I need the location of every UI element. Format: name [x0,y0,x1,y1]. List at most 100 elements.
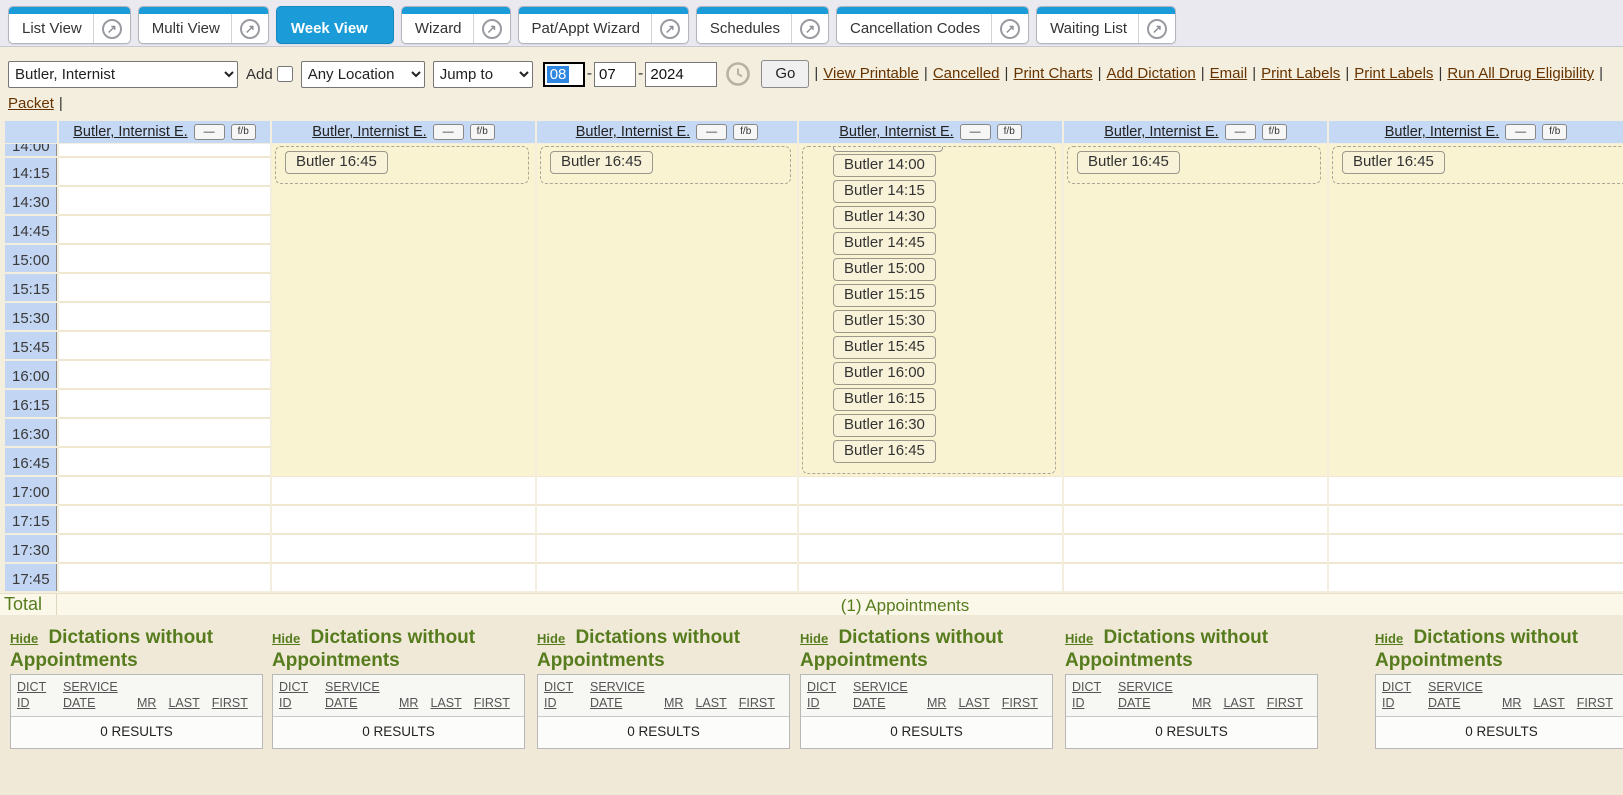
hide-link[interactable]: Hide [1375,631,1403,646]
appointment-slot-button[interactable]: Butler 14:15 [833,180,936,203]
column-sort-link[interactable]: SERVICE DATE [1428,679,1490,711]
toolbar-link[interactable]: Print Charts [1013,65,1092,82]
hide-link[interactable]: Hide [1065,631,1093,646]
date-day-field[interactable]: 07 [594,62,636,87]
fb-button[interactable]: f/b [1542,124,1567,140]
provider-link[interactable]: Butler, Internist E. [1104,124,1218,140]
fb-button[interactable]: f/b [231,124,256,140]
column-sort-link[interactable]: MR [1502,695,1521,711]
tab[interactable]: List View ↗ [8,6,131,44]
go-button[interactable]: Go [761,60,809,88]
column-sort-link[interactable]: FIRST [212,695,248,711]
open-new-window-button[interactable]: ↗ [991,14,1028,43]
provider-link[interactable]: Butler, Internist E. [73,124,187,140]
date-picker-button[interactable] [725,61,751,87]
toolbar-link[interactable]: Email [1210,65,1248,82]
column-sort-link[interactable]: DICT ID [807,679,841,711]
open-new-window-button[interactable]: ↗ [651,14,688,43]
minimize-column-button[interactable]: — [960,124,991,140]
toolbar-link[interactable]: Add Dictation [1107,65,1196,82]
column-sort-link[interactable]: MR [137,695,156,711]
appointment-slot-button[interactable]: Butler 16:45 [833,440,936,463]
minimize-column-button[interactable]: — [1225,124,1256,140]
column-sort-link[interactable]: LAST [1223,695,1254,711]
appointment-slot-button[interactable]: Butler 16:00 [833,362,936,385]
column-sort-link[interactable]: SERVICE DATE [590,679,652,711]
column-sort-link[interactable]: SERVICE DATE [853,679,915,711]
column-sort-link[interactable]: SERVICE DATE [63,679,125,711]
tab[interactable]: Wizard ↗ [401,6,511,44]
column-sort-link[interactable]: DICT ID [17,679,51,711]
hide-link[interactable]: Hide [537,631,565,646]
column-sort-link[interactable]: FIRST [1002,695,1038,711]
open-new-window-button[interactable]: ↗ [93,14,130,43]
tab[interactable]: Schedules ↗ [696,6,829,44]
provider-link[interactable]: Butler, Internist E. [1385,124,1499,140]
appointment-slot-button[interactable]: Butler 16:45 [550,151,653,174]
date-year-field[interactable]: 2024 [645,62,717,87]
appointment-slot-button-cut[interactable] [833,147,943,152]
open-new-window-button[interactable]: ↗ [473,14,510,43]
appointment-slot-button[interactable]: Butler 16:45 [1077,151,1180,174]
column-sort-link[interactable]: SERVICE DATE [325,679,387,711]
toolbar-link[interactable]: Print Labels [1354,65,1433,82]
column-sort-link[interactable]: MR [1192,695,1211,711]
column-sort-link[interactable]: FIRST [474,695,510,711]
open-new-window-button[interactable]: ↗ [231,14,268,43]
provider-link[interactable]: Butler, Internist E. [312,124,426,140]
appointment-slot-button[interactable]: Butler 14:45 [833,232,936,255]
toolbar-link[interactable]: Print Labels [1261,65,1340,82]
open-new-window-button[interactable]: ↗ [791,14,828,43]
jump-to-select[interactable]: Jump to [433,61,533,88]
minimize-column-button[interactable]: — [194,124,225,140]
column-sort-link[interactable]: MR [927,695,946,711]
fb-button[interactable]: f/b [733,124,758,140]
appointment-slot-button[interactable]: Butler 15:00 [833,258,936,281]
column-sort-link[interactable]: DICT ID [1072,679,1106,711]
tab[interactable]: Cancellation Codes ↗ [836,6,1029,44]
column-sort-link[interactable]: DICT ID [279,679,313,711]
appointment-slot-button[interactable]: Butler 14:30 [833,206,936,229]
column-sort-link[interactable]: LAST [958,695,989,711]
column-sort-link[interactable]: DICT ID [1382,679,1416,711]
appointment-slot-button[interactable]: Butler 15:45 [833,336,936,359]
provider-link[interactable]: Butler, Internist E. [839,124,953,140]
column-sort-link[interactable]: LAST [1533,695,1564,711]
appointment-slot-button[interactable]: Butler 14:00 [833,154,936,177]
tab[interactable]: Waiting List ↗ [1036,6,1176,44]
tab[interactable]: Pat/Appt Wizard ↗ [518,6,689,44]
fb-button[interactable]: f/b [470,124,495,140]
column-sort-link[interactable]: MR [664,695,683,711]
toolbar-link[interactable]: View Printable [823,65,919,82]
fb-button[interactable]: f/b [997,124,1022,140]
toolbar-link[interactable]: Run All Drug Eligibility [1447,65,1594,82]
column-sort-link[interactable]: LAST [430,695,461,711]
appointment-slot-button[interactable]: Butler 16:30 [833,414,936,437]
column-sort-link[interactable]: FIRST [1577,695,1613,711]
tab[interactable]: Multi View ↗ [138,6,269,44]
open-new-window-button[interactable]: ↗ [1138,14,1175,43]
minimize-column-button[interactable]: — [1505,124,1536,140]
toolbar-link[interactable]: Packet [8,95,54,112]
appointment-slot-button[interactable]: Butler 16:45 [285,151,388,174]
hide-link[interactable]: Hide [10,631,38,646]
column-sort-link[interactable]: LAST [168,695,199,711]
column-sort-link[interactable]: SERVICE DATE [1118,679,1180,711]
column-sort-link[interactable]: MR [399,695,418,711]
appointment-slot-button[interactable]: Butler 16:15 [833,388,936,411]
minimize-column-button[interactable]: — [696,124,727,140]
column-sort-link[interactable]: FIRST [1267,695,1303,711]
minimize-column-button[interactable]: — [433,124,464,140]
location-select[interactable]: Any Location [301,61,425,88]
toolbar-link[interactable]: Cancelled [933,65,1000,82]
fb-button[interactable]: f/b [1262,124,1287,140]
column-sort-link[interactable]: FIRST [739,695,775,711]
provider-link[interactable]: Butler, Internist E. [576,124,690,140]
tab[interactable]: Week View [276,6,394,44]
date-month-field[interactable]: 08 [543,62,585,87]
column-sort-link[interactable]: LAST [695,695,726,711]
appointment-slot-button[interactable]: Butler 16:45 [1342,151,1445,174]
appointment-slot-button[interactable]: Butler 15:30 [833,310,936,333]
appointment-slot-button[interactable]: Butler 15:15 [833,284,936,307]
column-sort-link[interactable]: DICT ID [544,679,578,711]
